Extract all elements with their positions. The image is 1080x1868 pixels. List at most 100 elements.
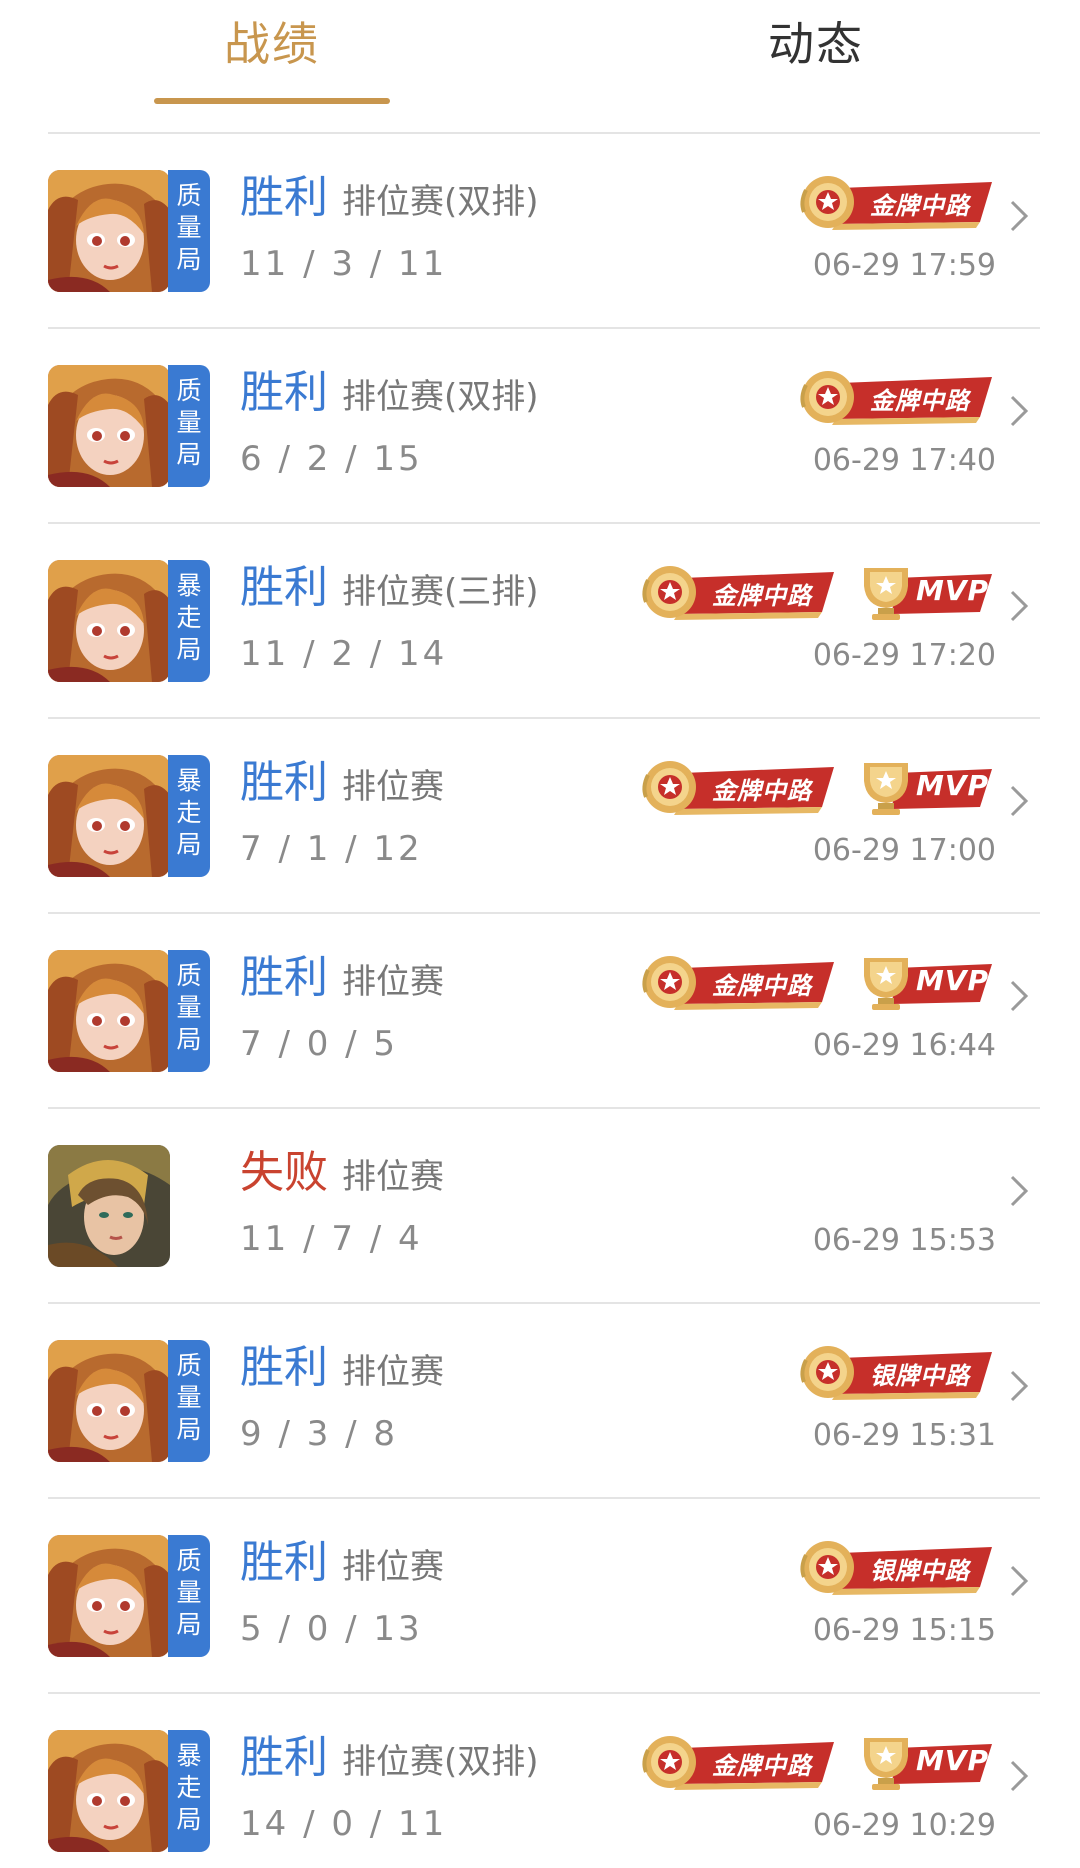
match-result: 胜利 <box>240 1732 328 1783</box>
match-row[interactable]: 失败 排位赛 11 / 7 / 4 06-29 15:53 <box>0 1109 1080 1304</box>
badge-group: 银牌中路 <box>796 1340 996 1404</box>
tag-char: 局 <box>176 1610 202 1639</box>
tag-char: 局 <box>176 440 202 469</box>
match-list: 质量局胜利 排位赛(双排) 11 / 3 / 11 金牌中路 06-29 17:59 质量… <box>0 134 1080 1868</box>
badge-label: 金牌中路 <box>870 387 970 415</box>
tag-char: 质 <box>176 181 202 210</box>
hero-avatar-group: 暴走局 <box>48 755 214 877</box>
tag-char: 走 <box>176 798 202 827</box>
tab-bar: 战绩 动态 <box>0 0 1080 112</box>
hero-avatar <box>48 950 170 1072</box>
tag-char: 质 <box>176 961 202 990</box>
medal-badge: 金牌中路 <box>638 562 838 622</box>
mvp-badge: MVP <box>856 562 996 622</box>
tag-char: 局 <box>176 830 202 859</box>
match-row[interactable]: 质量局胜利 排位赛 7 / 0 / 5 金牌中路 MVP 06-29 16:44 <box>0 914 1080 1109</box>
badge-label: MVP <box>916 769 990 802</box>
match-kda: 11 / 2 / 14 <box>240 634 448 674</box>
tag-char: 局 <box>176 1805 202 1834</box>
chevron-right-icon <box>1010 1370 1029 1402</box>
match-result: 失败 <box>240 1147 328 1198</box>
badge-group: 银牌中路 <box>796 1535 996 1599</box>
match-kda: 7 / 0 / 5 <box>240 1024 399 1064</box>
match-quality-tag: 暴走局 <box>168 755 210 877</box>
hero-avatar-group: 质量局 <box>48 170 214 292</box>
chevron-right-icon <box>1010 1760 1029 1792</box>
match-mode: 排位赛 <box>342 1157 444 1197</box>
medal-badge: 银牌中路 <box>796 1537 996 1597</box>
chevron-right-icon <box>1010 200 1029 232</box>
tag-char: 走 <box>176 603 202 632</box>
badge-label: 银牌中路 <box>870 1362 970 1390</box>
match-time: 06-29 15:53 <box>812 1223 996 1258</box>
hero-avatar-group: 暴走局 <box>48 560 214 682</box>
match-row[interactable]: 质量局胜利 排位赛(双排) 6 / 2 / 15 金牌中路 06-29 17:40 <box>0 329 1080 524</box>
match-quality-tag: 暴走局 <box>168 560 210 682</box>
hero-avatar-group: 质量局 <box>48 950 214 1072</box>
hero-avatar-group: 暴走局 <box>48 1730 214 1852</box>
match-quality-tag: 质量局 <box>168 365 210 487</box>
match-time: 06-29 16:44 <box>812 1028 996 1063</box>
match-time: 06-29 17:00 <box>812 833 996 868</box>
chevron-right-icon <box>1010 1175 1029 1207</box>
tag-char: 暴 <box>176 571 202 600</box>
badge-label: MVP <box>916 574 990 607</box>
hero-avatar <box>48 1340 170 1462</box>
tag-char: 量 <box>176 408 202 437</box>
hero-avatar <box>48 170 170 292</box>
badge-label: 金牌中路 <box>712 972 812 1000</box>
match-kda: 7 / 1 / 12 <box>240 829 423 869</box>
match-row[interactable]: 暴走局胜利 排位赛(双排) 14 / 0 / 11 金牌中路 MVP 06-29 10:2… <box>0 1694 1080 1868</box>
match-result: 胜利 <box>240 562 328 613</box>
match-mode: 排位赛 <box>342 1547 444 1587</box>
tag-char: 量 <box>176 993 202 1022</box>
hero-avatar-group: 质量局 <box>48 365 214 487</box>
badge-group: 金牌中路 MVP <box>638 1730 996 1794</box>
badge-label: 银牌中路 <box>870 1557 970 1585</box>
tag-char: 局 <box>176 245 202 274</box>
match-quality-tag: 质量局 <box>168 1340 210 1462</box>
tag-char: 暴 <box>176 766 202 795</box>
medal-badge: 金牌中路 <box>638 757 838 817</box>
tag-char: 量 <box>176 1578 202 1607</box>
badge-group: 金牌中路 MVP <box>638 560 996 624</box>
chevron-right-icon <box>1010 785 1029 817</box>
match-row[interactable]: 暴走局胜利 排位赛(三排) 11 / 2 / 14 金牌中路 MVP 06-29 17:2… <box>0 524 1080 719</box>
hero-avatar <box>48 365 170 487</box>
tag-char: 走 <box>176 1773 202 1802</box>
badge-label: 金牌中路 <box>870 192 970 220</box>
tag-char: 量 <box>176 1383 202 1412</box>
tag-char: 局 <box>176 1415 202 1444</box>
chevron-right-icon <box>1010 590 1029 622</box>
tab-record[interactable]: 战绩 <box>224 8 320 74</box>
hero-avatar <box>48 755 170 877</box>
match-mode: 排位赛(双排) <box>342 1742 539 1782</box>
medal-badge: 金牌中路 <box>796 172 996 232</box>
medal-badge: 银牌中路 <box>796 1342 996 1402</box>
match-mode: 排位赛 <box>342 1352 444 1392</box>
match-kda: 9 / 3 / 8 <box>240 1414 399 1454</box>
match-result: 胜利 <box>240 367 328 418</box>
mvp-badge: MVP <box>856 952 996 1012</box>
tab-feed[interactable]: 动态 <box>768 8 864 74</box>
match-result: 胜利 <box>240 1537 328 1588</box>
match-row[interactable]: 质量局胜利 排位赛 9 / 3 / 8 银牌中路 06-29 15:31 <box>0 1304 1080 1499</box>
match-row[interactable]: 质量局胜利 排位赛 5 / 0 / 13 银牌中路 06-29 15:15 <box>0 1499 1080 1694</box>
hero-avatar <box>48 1145 170 1267</box>
match-time: 06-29 15:15 <box>812 1613 996 1648</box>
match-time: 06-29 10:29 <box>812 1808 996 1843</box>
match-mode: 排位赛(双排) <box>342 182 539 222</box>
tag-char: 局 <box>176 635 202 664</box>
match-quality-tag: 质量局 <box>168 950 210 1072</box>
tag-char: 质 <box>176 1351 202 1380</box>
medal-badge: 金牌中路 <box>796 367 996 427</box>
match-time: 06-29 17:59 <box>812 248 996 283</box>
hero-avatar <box>48 1730 170 1852</box>
hero-avatar-group: 质量局 <box>48 1535 214 1657</box>
mvp-badge: MVP <box>856 757 996 817</box>
hero-avatar <box>48 1535 170 1657</box>
match-row[interactable]: 质量局胜利 排位赛(双排) 11 / 3 / 11 金牌中路 06-29 17:59 <box>0 134 1080 329</box>
match-row[interactable]: 暴走局胜利 排位赛 7 / 1 / 12 金牌中路 MVP 06-29 17:00 <box>0 719 1080 914</box>
medal-badge: 金牌中路 <box>638 1732 838 1792</box>
match-mode: 排位赛(三排) <box>342 572 539 612</box>
